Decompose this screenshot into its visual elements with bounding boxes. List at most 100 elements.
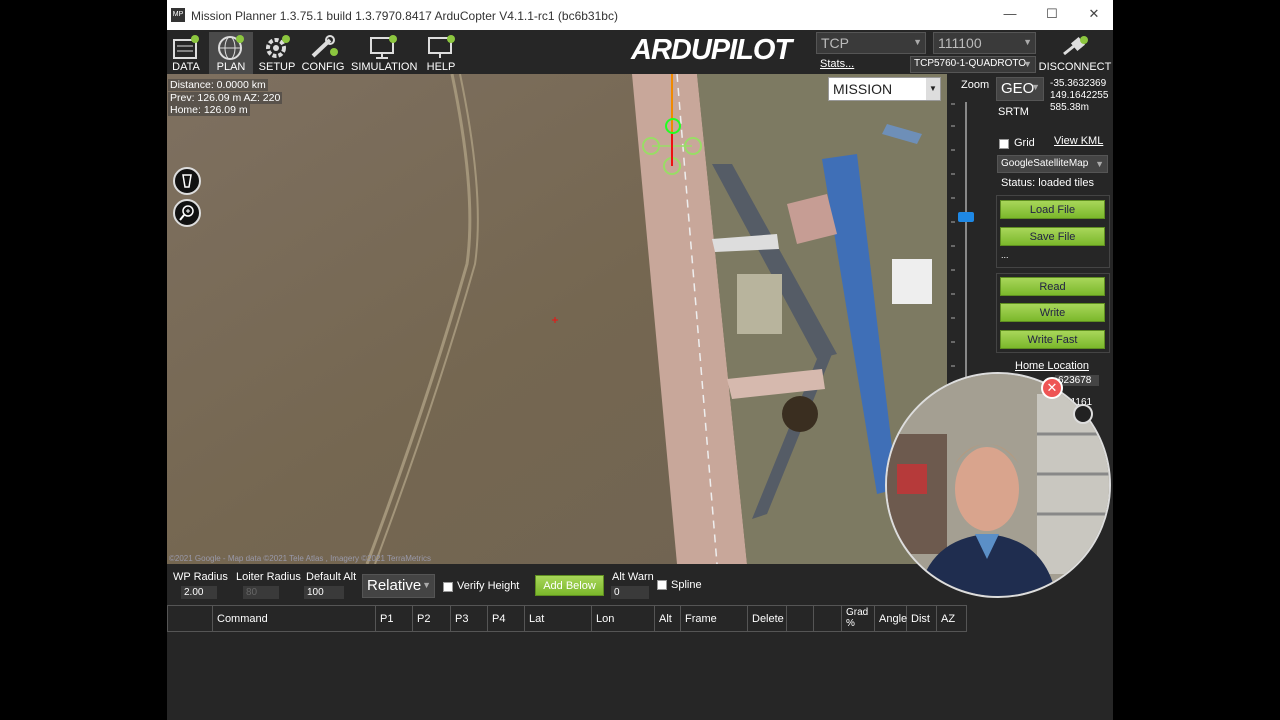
verify-height-checkbox[interactable]	[443, 582, 453, 592]
map-provider-select[interactable]: GoogleSatelliteMap ▼	[997, 155, 1108, 173]
maximize-button[interactable]: ☐	[1042, 6, 1062, 24]
toolbar-label: SETUP	[258, 61, 296, 73]
baud-select[interactable]: 111100 ▼	[933, 32, 1036, 54]
toolbar-simulation-button[interactable]: SIMULATION	[351, 32, 418, 74]
add-below-button[interactable]: Add Below	[535, 575, 604, 596]
chevron-down-icon: ▼	[1023, 37, 1032, 47]
chevron-down-icon: ▼	[422, 580, 431, 590]
waypoint-table-body[interactable]	[167, 632, 1113, 720]
waypoint-table-header: Command P1 P2 P3 P4 Lat Lon Alt Frame De…	[167, 605, 967, 632]
spline-checkbox[interactable]	[657, 580, 667, 590]
column-header[interactable]	[814, 606, 842, 632]
chevron-down-icon: ▼	[1023, 59, 1032, 69]
disconnect-button[interactable]: DISCONNECT	[1037, 34, 1113, 73]
coord-system-select[interactable]: GEO ▼	[996, 77, 1044, 101]
grid-label: Grid	[1014, 137, 1035, 149]
cursor-coordinates: -35.3632369 149.1642255 585.38m	[1050, 78, 1108, 114]
toolbar-help-button[interactable]: HELP	[421, 32, 461, 74]
toolbar-setup-button[interactable]: SETUP	[257, 32, 297, 74]
zoom-label: Zoom	[961, 79, 990, 91]
plug-icon	[1063, 36, 1088, 56]
mission-planner-window: MP Mission Planner 1.3.75.1 build 1.3.79…	[167, 0, 1113, 720]
alt-warn-input[interactable]: 0	[611, 586, 649, 599]
toolbar-config-button[interactable]: CONFIG	[301, 32, 345, 74]
cursor-lon: 149.1642255	[1050, 90, 1109, 101]
column-header[interactable]: P4	[488, 606, 525, 632]
wp-radius-input[interactable]: 2.00	[181, 586, 217, 599]
column-header[interactable]: AZ	[937, 606, 967, 632]
help-icon	[428, 35, 455, 58]
write-button[interactable]: Write	[1000, 303, 1105, 322]
window-title: Mission Planner 1.3.75.1 build 1.3.7970.…	[191, 9, 618, 23]
column-header	[168, 606, 213, 632]
cursor-alt: 585.38m	[1050, 102, 1089, 113]
disconnect-label: DISCONNECT	[1038, 61, 1112, 73]
ardupilot-logo: ARDUPILOT	[631, 34, 792, 66]
app-icon: MP	[171, 8, 185, 22]
cursor-lat: -35.3632369	[1050, 78, 1107, 89]
load-file-button[interactable]: Load File	[1000, 200, 1105, 219]
column-header[interactable]: P1	[376, 606, 413, 632]
close-video-icon[interactable]: ✕	[1041, 377, 1063, 399]
minimize-button[interactable]: —	[1000, 6, 1020, 24]
grid-checkbox[interactable]	[999, 139, 1009, 149]
wp-radius-label: WP Radius	[173, 571, 228, 583]
read-button[interactable]: Read	[1000, 277, 1105, 296]
column-header[interactable]: Angle	[875, 606, 907, 632]
data-icon	[173, 35, 199, 59]
zoom-slider-thumb[interactable]	[958, 212, 974, 222]
default-alt-label: Default Alt	[306, 571, 357, 583]
verify-height-label: Verify Height	[457, 580, 520, 592]
camera-switch-icon[interactable]	[1073, 404, 1093, 424]
alt-frame-select[interactable]: Relative ▼	[362, 574, 435, 598]
monitor-icon	[370, 35, 397, 59]
column-header[interactable]: P3	[451, 606, 488, 632]
ruler-tool-icon[interactable]	[173, 167, 201, 195]
column-header[interactable]: Lat	[525, 606, 592, 632]
loiter-radius-input[interactable]: 80	[243, 586, 279, 599]
toolbar-label: SIMULATION	[351, 61, 418, 73]
satellite-map[interactable]: Distance: 0.0000 km Prev: 126.09 m AZ: 2…	[167, 74, 947, 564]
stats-link[interactable]: Stats...	[820, 58, 854, 70]
connection-type-select[interactable]: TCP ▼	[816, 32, 926, 54]
map-status: Status: loaded tiles	[1001, 177, 1094, 189]
column-header[interactable]: Frame	[681, 606, 748, 632]
toolbar-label: PLAN	[216, 61, 246, 73]
loiter-radius-label: Loiter Radius	[236, 571, 301, 583]
column-header[interactable]: Command	[213, 606, 376, 632]
chevron-down-icon: ▼	[1095, 159, 1104, 169]
chevron-down-icon: ▼	[1031, 82, 1040, 92]
chevron-down-icon: ▼	[913, 37, 922, 47]
toolbar-label: DATA	[172, 61, 200, 73]
alt-warn-label: Alt Warn	[612, 571, 654, 583]
chevron-down-icon: ▼	[926, 78, 940, 100]
column-header[interactable]: Grad %	[842, 606, 875, 632]
globe-icon	[218, 35, 244, 60]
write-fast-button[interactable]: Write Fast	[1000, 330, 1105, 349]
close-button[interactable]: ✕	[1084, 6, 1104, 24]
zoom-search-icon[interactable]	[173, 199, 201, 227]
view-kml-link[interactable]: View KML	[1054, 135, 1103, 147]
column-header[interactable]	[787, 606, 814, 632]
main-toolbar: DATA PLAN SETUP CONFIG SIMULATION HELP A…	[167, 30, 1113, 74]
vehicle-select[interactable]: TCP5760-1-QUADROTO ▼	[910, 56, 1036, 73]
srtm-label: SRTM	[998, 106, 1029, 118]
home-readout: Home: 126.09 m	[168, 104, 250, 116]
toolbar-plan-button[interactable]: PLAN	[209, 32, 253, 74]
column-header[interactable]: P2	[413, 606, 451, 632]
default-alt-input[interactable]: 100	[304, 586, 344, 599]
toolbar-data-button[interactable]: DATA	[167, 32, 205, 74]
prev-readout: Prev: 126.09 m AZ: 220	[168, 92, 283, 104]
column-header[interactable]: Delete	[748, 606, 787, 632]
column-header[interactable]: Dist	[907, 606, 937, 632]
gear-icon	[266, 35, 290, 58]
column-header[interactable]: Alt	[655, 606, 681, 632]
flight-mode-select[interactable]: MISSION ▼	[828, 77, 941, 101]
toolbar-label: HELP	[426, 61, 456, 73]
save-file-button[interactable]: Save File	[1000, 227, 1105, 246]
toolbar-label: CONFIG	[301, 61, 345, 73]
more-button[interactable]: ...	[1001, 250, 1009, 260]
column-header[interactable]: Lon	[592, 606, 655, 632]
home-location-link[interactable]: Home Location	[1015, 360, 1089, 372]
wrench-icon	[311, 35, 338, 58]
